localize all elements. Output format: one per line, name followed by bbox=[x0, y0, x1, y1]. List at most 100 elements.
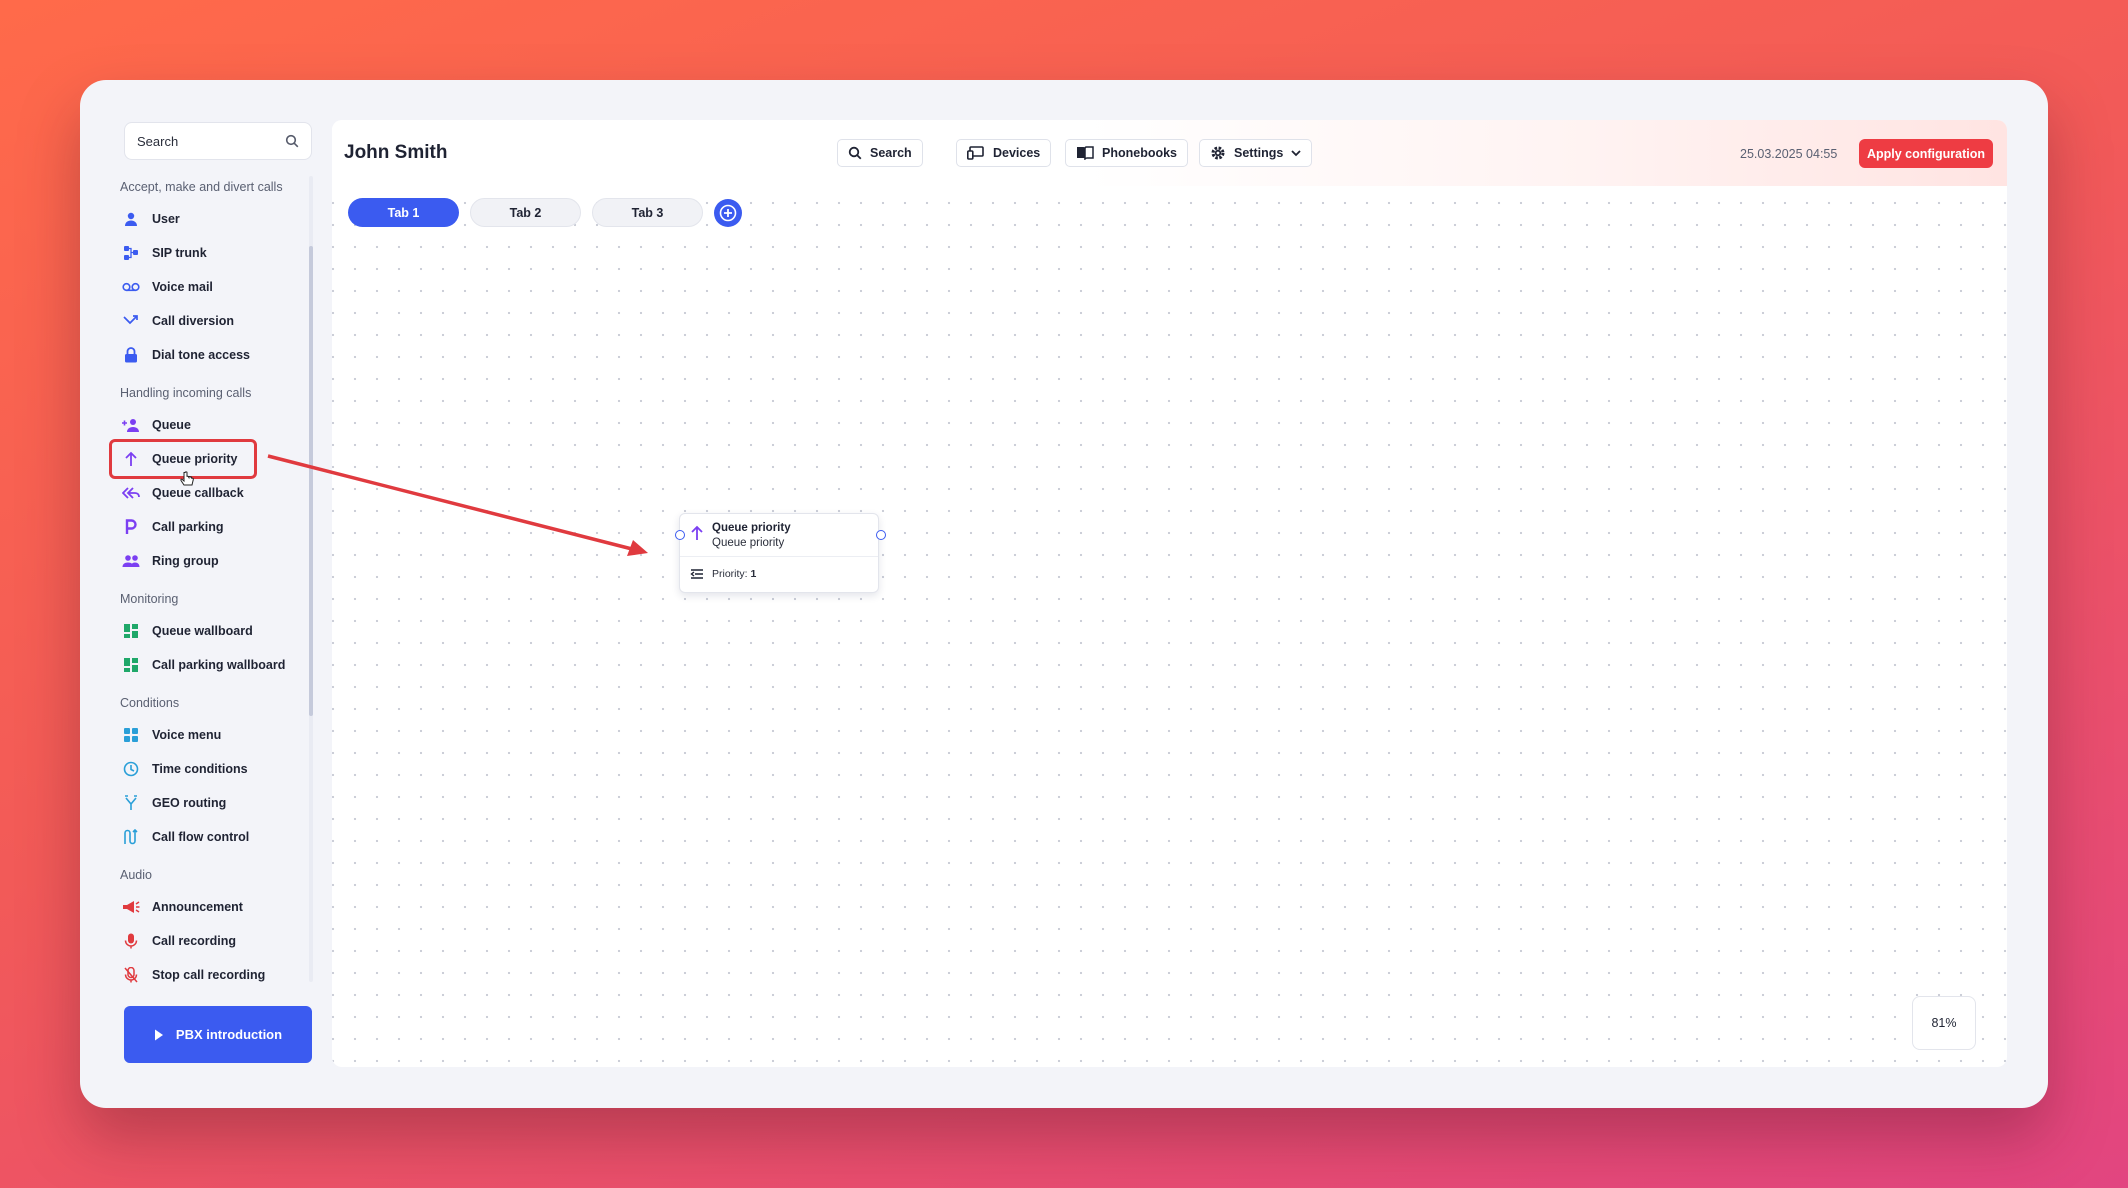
sidebar-search-input[interactable]: Search bbox=[124, 122, 312, 160]
sidebar-item-queue-priority[interactable]: Queue priority bbox=[109, 439, 257, 479]
header-search-button[interactable]: Search bbox=[837, 139, 923, 167]
node-footer: Priority: 1 bbox=[680, 557, 878, 591]
phonebook-icon bbox=[1077, 146, 1094, 160]
sidebar-item-voice-menu[interactable]: Voice menu bbox=[112, 718, 308, 752]
sidebar-search-placeholder: Search bbox=[137, 133, 179, 149]
add-tab-button[interactable] bbox=[714, 199, 742, 227]
sidebar-item-label: Call parking wallboard bbox=[152, 658, 286, 672]
sidebar-group-title: Accept, make and divert calls bbox=[120, 180, 283, 194]
sidebar-item-user[interactable]: User bbox=[112, 202, 308, 236]
sidebar-item-label: Announcement bbox=[152, 900, 243, 914]
devices-icon bbox=[967, 146, 984, 160]
sidebar-item-label: Call recording bbox=[152, 934, 237, 948]
sidebar-group-title: Audio bbox=[120, 868, 152, 882]
search-icon bbox=[285, 134, 299, 148]
queue-priority-node[interactable]: Queue priority Queue priority Priority: … bbox=[679, 513, 879, 593]
sidebar-item-label: Queue wallboard bbox=[152, 624, 253, 638]
sidebar-item-queue[interactable]: Queue bbox=[112, 408, 308, 442]
sidebar-group-title: Conditions bbox=[120, 696, 180, 710]
pbx-introduction-button[interactable]: PBX introduction bbox=[124, 1006, 312, 1063]
sidebar-item-queue-wallboard[interactable]: Queue wallboard bbox=[112, 614, 308, 648]
sidebar-item-label: Call diversion bbox=[152, 314, 234, 328]
sidebar-item-call-parking[interactable]: Call parking bbox=[112, 510, 308, 544]
sidebar-item-label: Call parking bbox=[152, 520, 224, 534]
geo-routing-icon bbox=[122, 794, 140, 812]
sidebar-item-call-flow-control[interactable]: Call flow control bbox=[112, 820, 308, 854]
microphone-icon bbox=[122, 932, 140, 950]
devices-button[interactable]: Devices bbox=[956, 139, 1052, 167]
sidebar-item-voice-mail[interactable]: Voice mail bbox=[112, 270, 308, 304]
chevron-down-icon bbox=[1291, 150, 1301, 157]
priority-value: 1 bbox=[750, 568, 757, 580]
plus-circle-icon bbox=[719, 204, 737, 222]
devices-label: Devices bbox=[993, 146, 1041, 160]
phonebooks-button[interactable]: Phonebooks bbox=[1065, 139, 1189, 167]
ring-group-icon bbox=[122, 552, 140, 570]
sidebar-item-label: Ring group bbox=[152, 554, 219, 568]
arrow-up-icon bbox=[691, 525, 703, 540]
sidebar-item-sip-trunk[interactable]: SIP trunk bbox=[112, 236, 308, 270]
sidebar-item-dial-tone-access[interactable]: Dial tone access bbox=[112, 338, 308, 372]
sidebar-item-label: Time conditions bbox=[152, 762, 248, 776]
priority-list-icon bbox=[690, 569, 703, 579]
microphone-off-icon bbox=[122, 966, 140, 984]
sidebar-item-label: Queue callback bbox=[152, 486, 244, 500]
apply-configuration-button[interactable]: Apply configuration bbox=[1859, 139, 1993, 168]
datetime-display: 25.03.2025 04:55 bbox=[1740, 147, 1838, 161]
tab-1[interactable]: Tab 1 bbox=[348, 198, 459, 227]
sip-trunk-icon bbox=[122, 244, 140, 262]
wallboard-icon bbox=[122, 622, 140, 640]
sidebar-item-label: Voice mail bbox=[152, 280, 213, 294]
page-title: John Smith bbox=[344, 142, 448, 163]
priority-label: Priority: bbox=[712, 568, 748, 580]
flow-canvas[interactable] bbox=[332, 186, 2007, 1067]
user-icon bbox=[122, 210, 140, 228]
play-icon bbox=[154, 1029, 163, 1040]
wallboard-icon bbox=[122, 656, 140, 674]
sidebar-item-call-diversion[interactable]: Call diversion bbox=[112, 304, 308, 338]
sidebar-item-label: Call flow control bbox=[152, 830, 250, 844]
node-title: Queue priority bbox=[712, 522, 791, 534]
sidebar-item-ring-group[interactable]: Ring group bbox=[112, 544, 308, 578]
gear-icon bbox=[1211, 146, 1225, 160]
arrow-up-icon bbox=[122, 450, 140, 468]
settings-label: Settings bbox=[1234, 146, 1284, 160]
sidebar-item-call-recording[interactable]: Call recording bbox=[112, 924, 308, 958]
sidebar-list: Accept, make and divert calls User SIP t… bbox=[109, 180, 308, 992]
sidebar-item-label: GEO routing bbox=[152, 796, 227, 810]
call-diversion-icon bbox=[122, 312, 140, 330]
phonebooks-label: Phonebooks bbox=[1102, 146, 1178, 160]
call-flow-icon bbox=[122, 828, 140, 846]
sidebar-item-call-parking-wallboard[interactable]: Call parking wallboard bbox=[112, 648, 308, 682]
sidebar-item-queue-callback[interactable]: Queue callback bbox=[112, 476, 308, 510]
sidebar-item-geo-routing[interactable]: GEO routing bbox=[112, 786, 308, 820]
settings-dropdown[interactable]: Settings bbox=[1199, 139, 1313, 167]
sidebar-item-label: Queue priority bbox=[152, 452, 238, 466]
sidebar-item-stop-call-recording[interactable]: Stop call recording bbox=[112, 958, 308, 992]
parking-icon bbox=[122, 518, 140, 536]
voicemail-icon bbox=[122, 278, 140, 296]
zoom-level[interactable]: 81% bbox=[1912, 996, 1976, 1050]
sidebar-scrollbar-thumb[interactable] bbox=[309, 246, 313, 716]
sidebar-item-label: Dial tone access bbox=[152, 348, 250, 362]
tab-2[interactable]: Tab 2 bbox=[470, 198, 581, 227]
main-panel: John Smith Search Devices Phonebooks Set… bbox=[332, 120, 2007, 1067]
search-icon bbox=[848, 146, 862, 160]
node-subtitle: Queue priority bbox=[712, 537, 785, 549]
header-search-label: Search bbox=[870, 146, 912, 160]
sidebar-item-label: User bbox=[152, 212, 180, 226]
sidebar-item-label: Queue bbox=[152, 418, 191, 432]
sidebar-item-label: Stop call recording bbox=[152, 968, 266, 982]
lock-icon bbox=[122, 346, 140, 364]
sidebar-item-announcement[interactable]: Announcement bbox=[112, 890, 308, 924]
sidebar-item-label: Voice menu bbox=[152, 728, 222, 742]
tab-3[interactable]: Tab 3 bbox=[592, 198, 703, 227]
voice-menu-icon bbox=[122, 726, 140, 744]
node-output-port[interactable] bbox=[876, 530, 886, 540]
sidebar-item-time-conditions[interactable]: Time conditions bbox=[112, 752, 308, 786]
pbx-introduction-label: PBX introduction bbox=[175, 1027, 283, 1042]
sidebar-group-title: Monitoring bbox=[120, 592, 179, 606]
node-input-port[interactable] bbox=[675, 530, 685, 540]
node-header: Queue priority Queue priority bbox=[680, 514, 878, 557]
sidebar-group-title: Handling incoming calls bbox=[120, 386, 252, 400]
